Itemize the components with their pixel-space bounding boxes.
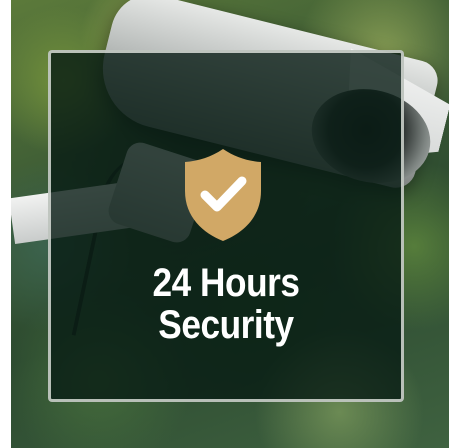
feature-title-line1: 24 Hours (152, 261, 300, 305)
feature-title-line2: Security (158, 303, 294, 347)
feature-title: 24 Hours Security (69, 262, 382, 346)
shield-check-icon (181, 147, 265, 243)
